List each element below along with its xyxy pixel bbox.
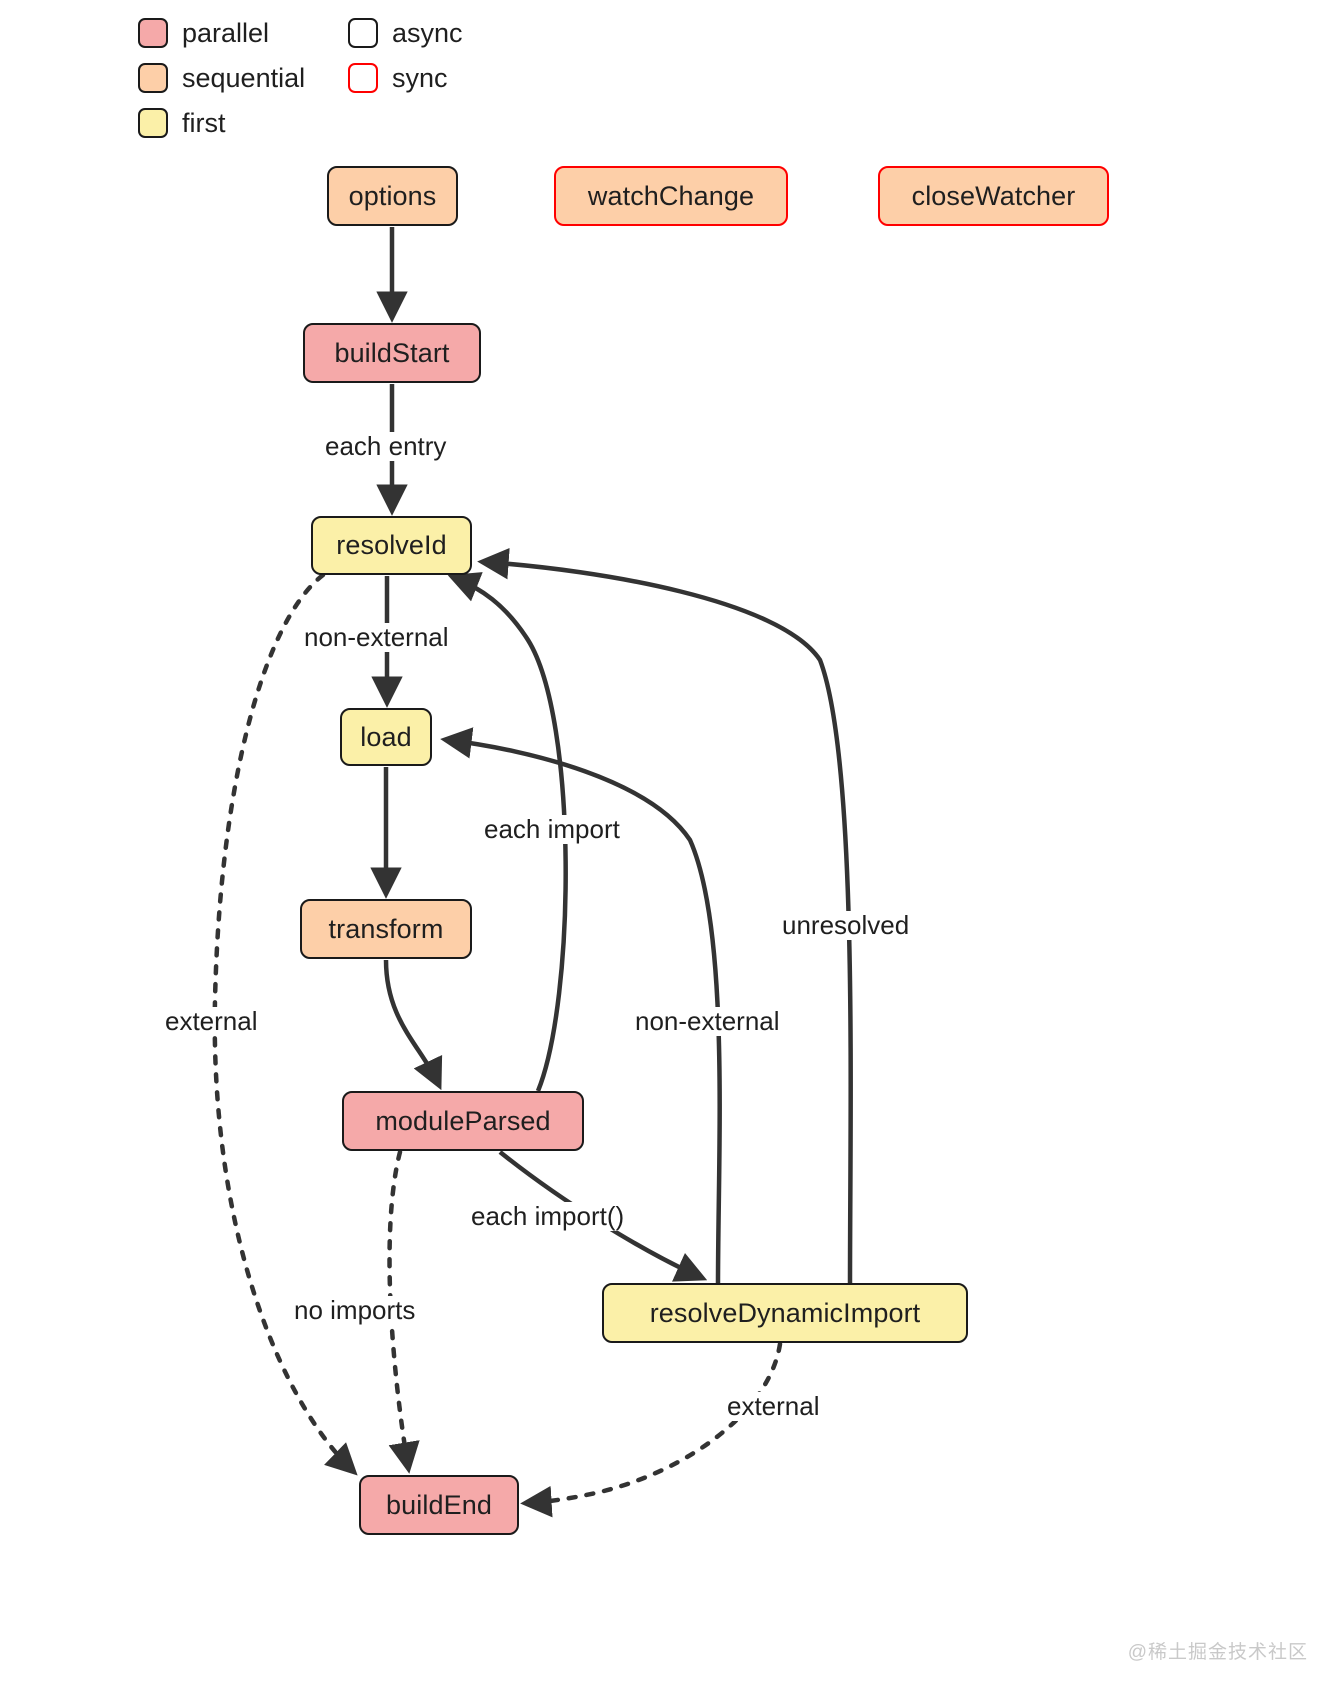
edge-transform-moduleParsed bbox=[383, 959, 443, 1091]
node-buildStart[interactable]: buildStart bbox=[303, 323, 481, 383]
legend-item-parallel: parallel bbox=[138, 18, 269, 48]
legend-item-first: first bbox=[138, 108, 226, 138]
edge-label-no-imports: no imports bbox=[291, 1296, 419, 1325]
node-options[interactable]: options bbox=[327, 166, 458, 226]
edge-label-non-external-resolveid-load: non-external bbox=[301, 623, 452, 652]
node-resolveId[interactable]: resolveId bbox=[311, 516, 472, 575]
legend-item-sequential: sequential bbox=[138, 63, 305, 93]
legend-swatch-async bbox=[348, 18, 378, 48]
edge-label-unresolved: unresolved bbox=[779, 911, 913, 940]
node-buildEnd[interactable]: buildEnd bbox=[359, 1475, 519, 1535]
node-label-closeWatcher: closeWatcher bbox=[911, 180, 1076, 211]
node-closeWatcher[interactable]: closeWatcher bbox=[878, 166, 1109, 226]
node-label-buildStart: buildStart bbox=[334, 337, 450, 368]
edge-label-each-import-call: each import() bbox=[468, 1202, 628, 1231]
legend-item-sync: sync bbox=[348, 63, 448, 93]
edge-resolveDynamicImport-buildEnd bbox=[520, 1341, 783, 1518]
node-watchChange[interactable]: watchChange bbox=[554, 166, 788, 226]
edge-label-each-entry: each entry bbox=[322, 432, 450, 461]
legend-swatch-parallel bbox=[138, 18, 168, 48]
node-load[interactable]: load bbox=[340, 708, 432, 766]
node-label-resolveId: resolveId bbox=[336, 530, 447, 560]
legend-label-parallel: parallel bbox=[182, 17, 270, 48]
legend-item-async: async bbox=[348, 18, 463, 48]
legend-label-async: async bbox=[392, 17, 463, 48]
legend-swatch-sequential bbox=[138, 63, 168, 93]
edge-label-each-import: each import bbox=[481, 815, 623, 844]
node-label-transform: transform bbox=[328, 913, 444, 944]
node-moduleParsed[interactable]: moduleParsed bbox=[342, 1091, 584, 1151]
edges-layer bbox=[212, 227, 853, 1518]
node-label-buildEnd: buildEnd bbox=[386, 1489, 492, 1520]
edge-label-external-resolveid-buildend: external bbox=[162, 1007, 261, 1036]
edge-label-non-external-dynamic-load: non-external bbox=[632, 1007, 783, 1036]
node-resolveDynamicImport[interactable]: resolveDynamicImport bbox=[602, 1283, 968, 1343]
legend-label-first: first bbox=[182, 107, 226, 138]
node-label-moduleParsed: moduleParsed bbox=[375, 1105, 551, 1136]
node-label-resolveDynamicImport: resolveDynamicImport bbox=[649, 1297, 921, 1328]
legend-label-sync: sync bbox=[392, 62, 448, 93]
node-label-watchChange: watchChange bbox=[587, 180, 755, 211]
legend-label-sequential: sequential bbox=[182, 62, 306, 93]
watermark: @稀土掘金技术社区 bbox=[1127, 1642, 1308, 1663]
legend: parallel async sequential sync first bbox=[138, 18, 558, 148]
edge-label-external-dynamic-buildend: external bbox=[724, 1392, 823, 1421]
node-label-options: options bbox=[348, 180, 437, 211]
node-label-load: load bbox=[360, 721, 412, 752]
legend-swatch-first bbox=[138, 108, 168, 138]
diagram-canvas: parallel async sequential sync first opt… bbox=[0, 0, 1334, 1682]
legend-swatch-sync bbox=[348, 63, 378, 93]
node-transform[interactable]: transform bbox=[300, 899, 472, 959]
